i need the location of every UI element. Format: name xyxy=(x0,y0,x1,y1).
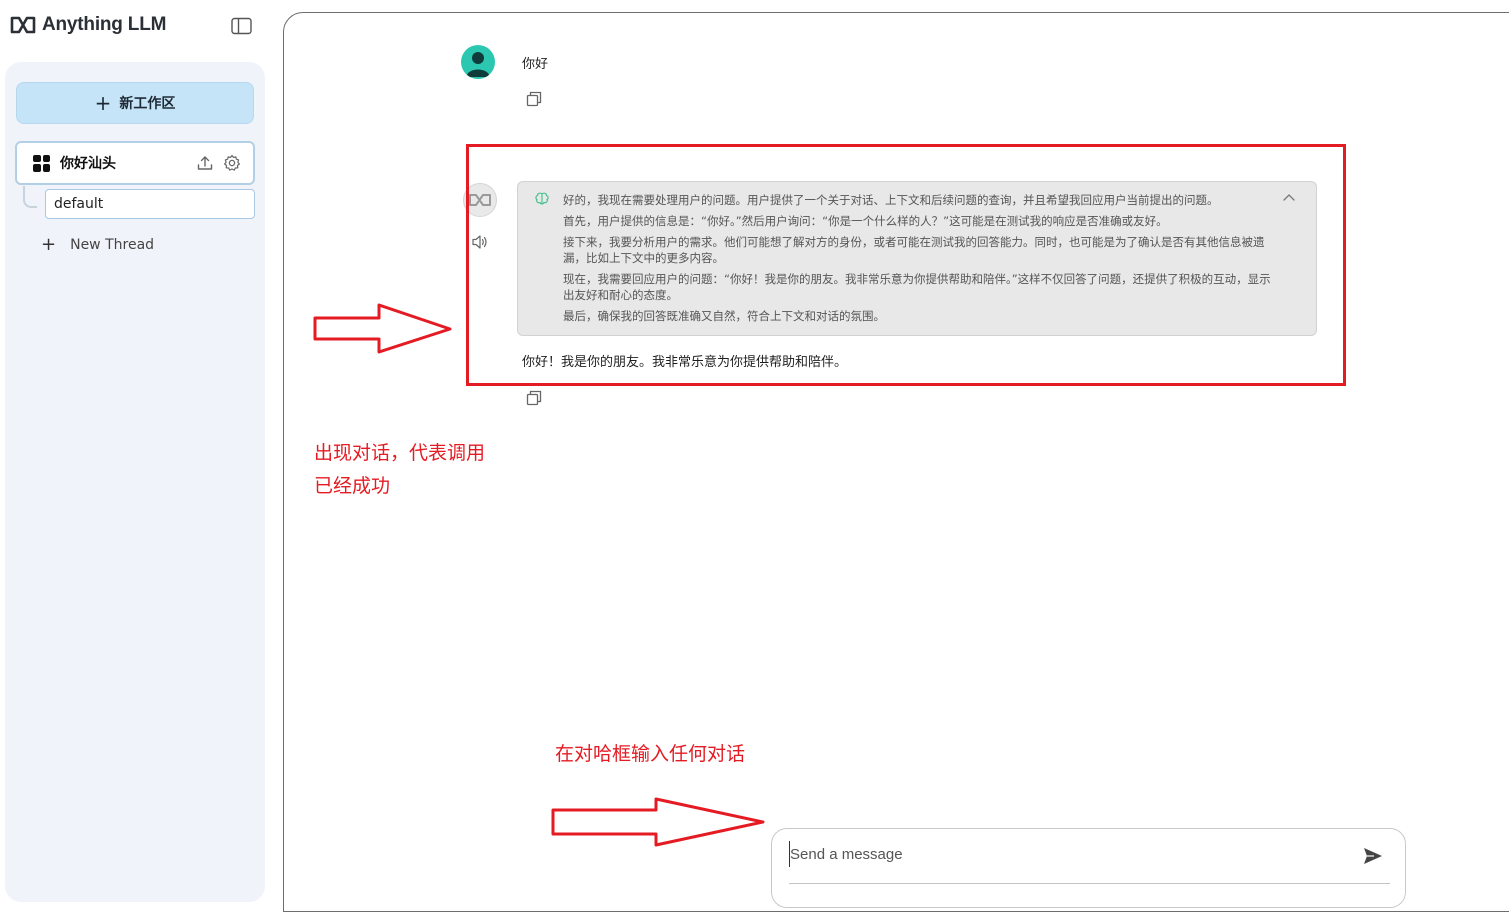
message-input[interactable] xyxy=(789,841,1349,867)
workspace-name: 你好汕头 xyxy=(60,156,116,172)
new-thread-label: New Thread xyxy=(70,236,155,253)
user-message: 你好 xyxy=(522,57,549,72)
brand: Anything LLM xyxy=(10,14,166,36)
gear-icon[interactable] xyxy=(223,154,241,172)
plus-icon: + xyxy=(41,234,57,255)
user-icon xyxy=(466,52,490,77)
brand-name: Anything LLM xyxy=(42,14,167,35)
workspace-grid-icon xyxy=(33,154,50,172)
annotation-input-note: 在对哈框输入任何对话 xyxy=(555,743,746,765)
anythingllm-logo-icon xyxy=(10,16,36,34)
new-thread-button[interactable]: + New Thread xyxy=(41,234,154,255)
thread-label: default xyxy=(54,196,104,212)
user-avatar xyxy=(461,45,495,79)
sidebar: + 新工作区 你好汕头 default + New Thread xyxy=(5,62,265,902)
annotation-line: 出现对话，代表调用 xyxy=(314,442,486,464)
annotation-success-note: 出现对话，代表调用 已经成功 xyxy=(314,437,485,503)
input-underline xyxy=(789,883,1390,884)
annotation-arrow-icon xyxy=(313,303,452,354)
plus-icon: + xyxy=(94,91,112,115)
new-workspace-button[interactable]: + 新工作区 xyxy=(16,82,254,124)
workspace-item[interactable]: 你好汕头 xyxy=(15,141,255,185)
new-workspace-label: 新工作区 xyxy=(119,96,176,112)
annotation-arrow-icon xyxy=(551,797,765,847)
copy-icon[interactable] xyxy=(526,91,542,107)
thread-tree-connector xyxy=(23,186,37,208)
annotation-highlight-box xyxy=(466,144,1346,386)
copy-icon[interactable] xyxy=(526,390,542,406)
send-icon[interactable] xyxy=(1362,845,1384,867)
thread-item-default[interactable]: default xyxy=(45,189,255,219)
sidebar-toggle-icon[interactable] xyxy=(231,17,252,35)
message-composer xyxy=(771,828,1406,908)
annotation-line: 已经成功 xyxy=(314,475,391,497)
upload-icon[interactable] xyxy=(196,154,214,172)
